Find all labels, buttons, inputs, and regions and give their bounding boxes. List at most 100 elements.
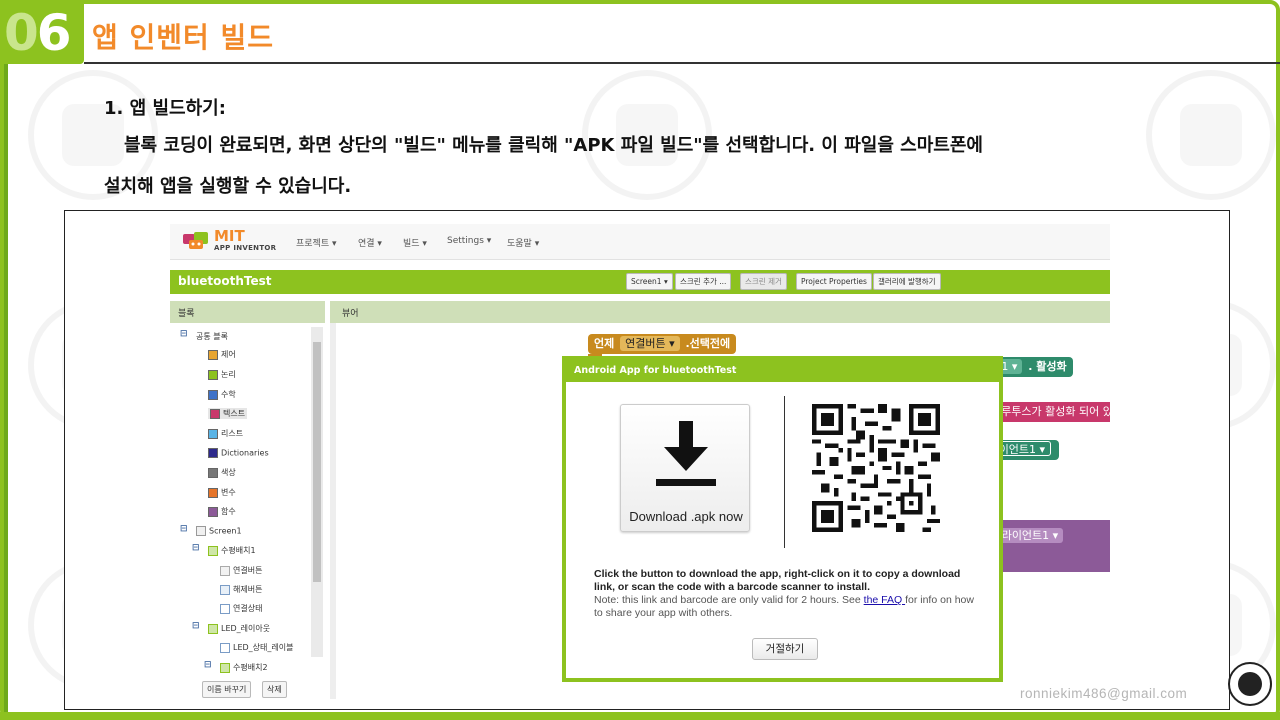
faq-link[interactable]: the FAQ (864, 594, 905, 606)
tree-item-status-label[interactable]: 연결상태 (220, 603, 262, 614)
tree-item-math[interactable]: 수학 (208, 389, 236, 400)
tree-item-colors[interactable]: 색상 (208, 467, 236, 478)
tree-item-label: Dictionaries (221, 448, 269, 458)
tree-item-text[interactable]: 텍스트 (208, 408, 248, 419)
tree-item-label: 수평배치1 (221, 546, 256, 555)
menu-connect[interactable]: 연결 ▾ (358, 236, 382, 249)
tree-item-label: 해제버튼 (233, 585, 263, 594)
project-properties-button[interactable]: Project Properties (796, 273, 872, 290)
dialog-titlebar: Android App for bluetoothTest (566, 360, 999, 382)
logo-inner-icon (1238, 672, 1262, 696)
text-color-icon (210, 408, 220, 419)
tree-item-label: 리스트 (221, 429, 244, 438)
collapse-icon[interactable]: ⊟ (192, 543, 200, 553)
mit-logo-icon (183, 232, 208, 249)
logo-mit-text: MIT (214, 227, 245, 245)
blocks-panel-title: 블록 (178, 309, 195, 319)
label-component-icon (220, 642, 230, 653)
publish-gallery-button[interactable]: 갤러리에 발행하기 (873, 273, 941, 290)
tree-item-list[interactable]: 리스트 (208, 428, 243, 439)
tree-item-label: 논리 (221, 370, 236, 379)
tree-item-control[interactable]: 제어 (208, 349, 236, 360)
apk-download-dialog: Android App for bluetoothTest Download .… (562, 356, 1003, 682)
collapse-icon[interactable]: ⊟ (180, 329, 188, 339)
tree-item-dictionaries[interactable]: Dictionaries (208, 448, 269, 458)
tree-item-label: 텍스트 (223, 409, 246, 418)
when-event-block[interactable]: 언제 연결버튼 ▾ .선택전에 (588, 334, 737, 354)
tree-item-variables[interactable]: 변수 (208, 487, 236, 498)
download-apk-button[interactable]: Download .apk now (620, 404, 750, 532)
logo-app-inventor-text: APP INVENTOR (214, 244, 277, 252)
screen-select-button[interactable]: Screen1 ▾ (626, 273, 673, 290)
add-screen-button[interactable]: 스크린 추가 ... (675, 273, 732, 290)
collapse-icon[interactable]: ⊟ (180, 524, 188, 534)
menu-build[interactable]: 빌드 ▾ (403, 236, 427, 249)
control-color-icon (208, 349, 218, 360)
steamedu-logo (1228, 662, 1272, 706)
app-inventor-screenshot: MIT APP INVENTOR 프로젝트 ▾ 연결 ▾ 빌드 ▾ Settin… (64, 210, 1230, 710)
step-title: 1. 앱 빌드하기: (104, 98, 226, 119)
tree-item-led-status-label[interactable]: LED_상태_레이블 (220, 642, 293, 653)
dialog-title: Android App for bluetoothTest (574, 365, 737, 376)
tree-item-label: 변수 (221, 488, 236, 497)
tree-item-label: 색상 (221, 468, 236, 477)
step-description-line1: 블록 코딩이 완료되면, 화면 상단의 "빌드" 메뉴를 클릭해 "APK 파일… (124, 135, 983, 156)
menu-settings[interactable]: Settings ▾ (447, 236, 491, 246)
math-color-icon (208, 389, 218, 400)
tree-item-arrangement2[interactable]: 수평배치2 (220, 662, 268, 673)
list-color-icon (208, 428, 218, 439)
button-component-icon (220, 565, 230, 576)
section-number-digit: 6 (36, 4, 72, 62)
collapse-icon[interactable]: ⊟ (204, 660, 212, 670)
tree-item-logic[interactable]: 논리 (208, 369, 236, 380)
dismiss-button[interactable]: 거절하기 (752, 638, 818, 660)
rename-button[interactable]: 이름 바꾸기 (202, 681, 252, 698)
tree-item-connect-button[interactable]: 연결버튼 (220, 565, 262, 576)
menu-project[interactable]: 프로젝트 ▾ (296, 236, 337, 249)
delete-button[interactable]: 삭제 (262, 681, 287, 698)
arrangement-icon (220, 662, 230, 673)
page-title: 앱 인벤터 빌드 (92, 21, 275, 54)
step-description-line2: 설치해 앱을 실행할 수 있습니다. (104, 176, 352, 197)
dictionaries-color-icon (208, 448, 218, 458)
instruction-text: Click the button to download the app, ri… (594, 568, 961, 593)
tree-item-screen1[interactable]: Screen1 (196, 526, 242, 536)
tree-item-led-layout[interactable]: LED_레이아웃 (208, 623, 270, 634)
logic-color-icon (208, 369, 218, 380)
tree-item-label: 수평배치2 (233, 663, 268, 672)
tree-item-label: 수학 (221, 390, 236, 399)
qr-code (812, 404, 940, 532)
tree-item-label: 함수 (221, 507, 236, 516)
tree-item-disconnect-button[interactable]: 해제버튼 (220, 584, 262, 595)
remove-screen-button[interactable]: 스크린 제거 (740, 273, 787, 290)
arrangement-icon (208, 623, 218, 634)
tree-scrollbar-thumb[interactable] (313, 342, 321, 582)
button-dropdown[interactable]: 연결버튼 ▾ (620, 336, 680, 351)
screen-icon (196, 526, 206, 536)
tree-item-label: 연결버튼 (233, 566, 263, 575)
variables-color-icon (208, 487, 218, 498)
project-toolbar: bluetoothTest Screen1 ▾ 스크린 추가 ... 스크린 제… (170, 270, 1110, 294)
enabled-label: . 활성화 (1028, 360, 1067, 373)
viewer-panel-title: 뷰어 (342, 309, 359, 319)
frame-bottom-rule (0, 712, 1280, 720)
app-inventor-topbar: MIT APP INVENTOR 프로젝트 ▾ 연결 ▾ 빌드 ▾ Settin… (170, 224, 1110, 260)
label-component-icon (220, 603, 230, 614)
dialog-divider (784, 396, 785, 548)
note-text-before: Note: this link and barcode are only val… (594, 594, 864, 606)
when-label: 언제 (594, 337, 615, 350)
colors-color-icon (208, 467, 218, 478)
download-icon (656, 421, 716, 486)
tree-builtin-group[interactable]: 공통 블록 (196, 331, 228, 342)
tree-item-arrangement1[interactable]: 수평배치1 (208, 545, 256, 556)
menu-help[interactable]: 도움말 ▾ (507, 236, 539, 249)
collapse-icon[interactable]: ⊟ (192, 621, 200, 631)
app-inventor-window: MIT APP INVENTOR 프로젝트 ▾ 연결 ▾ 빌드 ▾ Settin… (170, 224, 1110, 699)
viewer-panel-header: 뷰어 (330, 301, 1110, 323)
tree-item-procedures[interactable]: 함수 (208, 506, 236, 517)
tree-item-label: 연결상태 (233, 604, 263, 613)
tree-item-label: Screen1 (209, 526, 242, 536)
author-email: ronniekim486@gmail.com (1020, 686, 1188, 701)
procedures-color-icon (208, 506, 218, 517)
frame-left-rule (4, 64, 8, 716)
